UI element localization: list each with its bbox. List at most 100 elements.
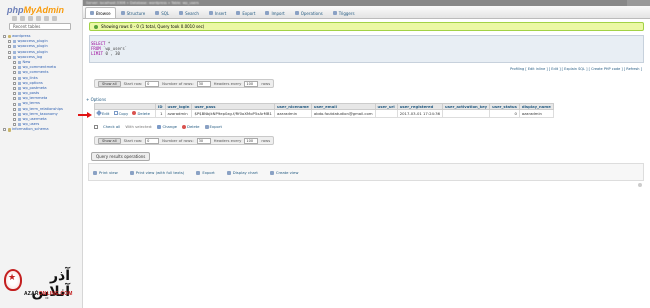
tab-triggers[interactable]: Triggers bbox=[328, 7, 360, 18]
display-chart-label: Display chart bbox=[232, 169, 258, 175]
copy-row-button[interactable]: Copy bbox=[113, 110, 129, 116]
rows-input[interactable]: 30 bbox=[196, 137, 211, 144]
import-icon bbox=[265, 11, 270, 15]
expand-icon[interactable] bbox=[8, 45, 11, 49]
column-header-user-login[interactable]: user_login bbox=[164, 103, 193, 110]
rows-input[interactable]: 30 bbox=[196, 80, 211, 87]
column-header-user-url[interactable]: user_url bbox=[374, 103, 398, 110]
cell-user-email[interactable]: abdo.foutdatudion@gmail.com bbox=[310, 109, 376, 118]
cell-user-registered[interactable]: 2017-03-01 17:24:36 bbox=[396, 109, 444, 118]
headers-every-input[interactable]: 100 bbox=[244, 80, 259, 87]
copy-label: Copy bbox=[118, 110, 129, 116]
tab-label: Browse bbox=[96, 10, 111, 16]
tab-export[interactable]: Export bbox=[231, 7, 260, 18]
display-chart-link[interactable]: Display chart bbox=[226, 169, 258, 175]
home-icon[interactable] bbox=[12, 16, 17, 21]
delete-row-button[interactable]: Delete bbox=[132, 110, 150, 116]
expand-icon[interactable] bbox=[13, 86, 16, 90]
expand-icon[interactable] bbox=[13, 112, 16, 116]
cell-user-status[interactable]: 0 bbox=[489, 109, 520, 118]
expand-icon[interactable] bbox=[13, 118, 16, 122]
tab-browse[interactable]: Browse bbox=[85, 7, 116, 18]
expand-icon[interactable] bbox=[13, 66, 16, 70]
breadcrumb-text[interactable]: Server: localhost:3306 » Database: wordp… bbox=[86, 1, 199, 5]
bulk-delete-button[interactable]: Delete bbox=[182, 124, 200, 129]
expand-icon[interactable] bbox=[13, 123, 16, 127]
expand-icon[interactable] bbox=[3, 35, 6, 39]
export-link[interactable]: Export bbox=[196, 170, 215, 175]
options-toggle[interactable]: + Options bbox=[86, 97, 106, 102]
expand-icon[interactable] bbox=[13, 71, 16, 75]
column-header-user-nicename[interactable]: user_nicename bbox=[273, 103, 312, 110]
settings-icon[interactable] bbox=[44, 16, 49, 21]
check-all-link[interactable]: Check all bbox=[103, 124, 120, 129]
cell-user-activation-key[interactable] bbox=[442, 109, 491, 118]
cell-user-nicename[interactable]: azaradmin bbox=[273, 109, 312, 118]
expand-icon[interactable] bbox=[13, 107, 16, 111]
scroll-indicator[interactable] bbox=[638, 183, 642, 187]
red-arrow-annotation bbox=[78, 112, 92, 118]
headers-every-input[interactable]: 100 bbox=[244, 137, 259, 144]
logout-icon[interactable] bbox=[20, 16, 25, 21]
tab-search[interactable]: Search bbox=[174, 7, 204, 18]
table-icon bbox=[17, 123, 21, 127]
column-header-user-activation-key[interactable]: user_activation_key bbox=[442, 103, 491, 110]
show-all-button[interactable]: Show all bbox=[98, 80, 121, 87]
expand-icon[interactable] bbox=[13, 61, 16, 65]
bulk-export-button[interactable]: Export bbox=[204, 124, 222, 129]
query-results-operations-button[interactable]: Query results operations bbox=[91, 152, 151, 161]
print-view-full-link[interactable]: Print view (with full texts) bbox=[129, 169, 185, 175]
docs-icon[interactable] bbox=[36, 16, 41, 21]
column-header-user-status[interactable]: user_status bbox=[489, 103, 520, 110]
expand-icon[interactable] bbox=[3, 128, 6, 132]
cell-display-name[interactable]: azaradmin bbox=[518, 109, 554, 118]
profiling-links[interactable]: Profiling [ Edit inline ] [ Edit ] [ Exp… bbox=[510, 67, 642, 71]
show-all-button[interactable]: Show all bbox=[98, 137, 121, 144]
delete-icon bbox=[132, 111, 137, 116]
cell-user-url[interactable] bbox=[374, 109, 398, 118]
print-view-full-label: Print view (with full texts) bbox=[135, 169, 185, 175]
column-header-display-name[interactable]: display_name bbox=[518, 103, 554, 110]
cell-id[interactable]: 1 bbox=[154, 109, 166, 118]
edit-row-button[interactable]: Edit bbox=[96, 110, 109, 117]
expand-icon[interactable] bbox=[8, 50, 11, 54]
table-icon bbox=[17, 71, 21, 75]
sql-query-icon[interactable] bbox=[28, 16, 33, 21]
rows-navbar-bottom: Show all Start row: 0 Number of rows: 30… bbox=[94, 136, 275, 145]
delete-label: Delete bbox=[137, 110, 150, 116]
tab-insert[interactable]: Insert bbox=[204, 7, 231, 18]
table-icon bbox=[12, 45, 16, 49]
delete-icon bbox=[182, 125, 187, 129]
table-icon bbox=[17, 107, 21, 111]
print-view-link[interactable]: Print view bbox=[93, 170, 118, 175]
start-row-input[interactable]: 0 bbox=[145, 80, 160, 87]
cell-user-login[interactable]: azaradmin bbox=[164, 109, 193, 118]
reload-icon[interactable] bbox=[52, 16, 57, 21]
cell-user-pass[interactable]: $P$BNbjkNP9ep0zg.f/Rf0oXMoP5xArMB1 bbox=[191, 109, 275, 118]
bulk-change-button[interactable]: Change bbox=[157, 124, 177, 129]
expand-icon[interactable] bbox=[13, 76, 16, 80]
tab-sql[interactable]: SQL bbox=[150, 7, 174, 18]
check-icon bbox=[94, 24, 98, 29]
tab-operations[interactable]: Operations bbox=[290, 7, 328, 18]
expand-icon[interactable] bbox=[13, 92, 16, 96]
check-all-checkbox[interactable] bbox=[94, 124, 98, 129]
start-row-input[interactable]: 0 bbox=[145, 137, 160, 144]
copy-icon bbox=[113, 111, 118, 116]
expand-icon[interactable] bbox=[8, 55, 11, 59]
tab-import[interactable]: Import bbox=[260, 7, 289, 18]
expand-icon[interactable] bbox=[13, 102, 16, 106]
tree-database-item[interactable]: information_schema bbox=[3, 127, 81, 132]
phpmyadmin-logo[interactable]: phpMyAdmin bbox=[7, 5, 77, 16]
rows-navbar-top: Show all Start row: 0 Number of rows: 30… bbox=[94, 79, 275, 88]
table-icon bbox=[17, 76, 21, 80]
sql-query-box bbox=[89, 35, 644, 63]
expand-icon[interactable] bbox=[13, 97, 16, 101]
expand-icon[interactable] bbox=[8, 40, 11, 44]
console-toggle[interactable] bbox=[627, 0, 650, 6]
recent-tables-select[interactable]: Recent tables bbox=[9, 23, 71, 30]
expand-icon[interactable] bbox=[13, 81, 16, 85]
row-actions: Edit Copy Delete bbox=[94, 109, 156, 118]
create-view-link[interactable]: Create view bbox=[269, 170, 298, 175]
tab-structure[interactable]: Structure bbox=[116, 7, 151, 18]
